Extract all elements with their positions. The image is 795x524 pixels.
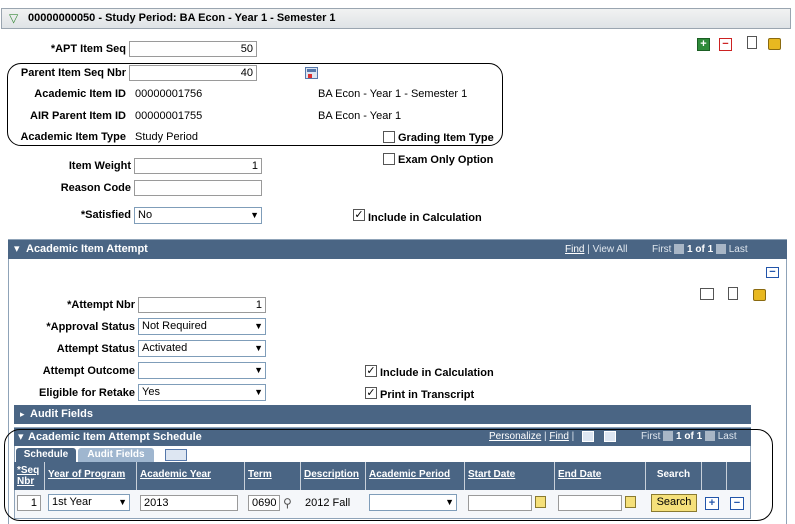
study-period-header[interactable]: ▽ 00000000050 - Study Period: BA Econ - … bbox=[1, 8, 791, 29]
attempt-find-link[interactable]: Find bbox=[565, 244, 584, 255]
collapse-minus-icon[interactable]: − bbox=[766, 267, 779, 278]
academic-item-id-desc: BA Econ - Year 1 - Semester 1 bbox=[318, 88, 468, 100]
apt-item-seq-label: *APT Item Seq bbox=[50, 43, 126, 55]
exam-only-option-label: Exam Only Option bbox=[398, 154, 494, 166]
academic-item-attempt-title: Academic Item Attempt bbox=[26, 243, 148, 255]
air-parent-item-id-label: AIR Parent Item ID bbox=[30, 110, 126, 122]
audit-fields-header[interactable]: ▸ Audit Fields bbox=[14, 405, 751, 424]
calendar-lookup-icon[interactable] bbox=[305, 67, 318, 79]
include-calculation-checkbox[interactable]: ✓ bbox=[353, 209, 365, 221]
add-row-icon[interactable]: + bbox=[697, 38, 710, 51]
chevron-down-icon: ▼ bbox=[250, 210, 259, 220]
approval-status-label: *Approval Status bbox=[46, 321, 135, 333]
exam-only-option-checkbox[interactable] bbox=[383, 153, 395, 165]
print-transcript-label: Print in Transcript bbox=[380, 389, 475, 401]
print-transcript-checkbox[interactable]: ✓ bbox=[365, 387, 377, 399]
attempt-status-label: Attempt Status bbox=[56, 343, 135, 355]
lock-icon[interactable] bbox=[753, 289, 766, 301]
attempt-outcome-select[interactable]: ▼ bbox=[138, 362, 266, 379]
item-weight-input[interactable]: 1 bbox=[134, 158, 262, 174]
grading-item-type-label: Grading Item Type bbox=[398, 132, 494, 144]
delete-row-icon[interactable]: − bbox=[719, 38, 732, 51]
approval-status-value: Not Required bbox=[142, 320, 207, 332]
chevron-down-icon: ▼ bbox=[254, 321, 263, 331]
satisfied-label: *Satisfied bbox=[80, 209, 131, 221]
chevron-down-icon: ▼ bbox=[254, 365, 263, 375]
attempt-nbr-label: *Attempt Nbr bbox=[67, 299, 135, 311]
air-parent-item-id-desc: BA Econ - Year 1 bbox=[318, 110, 402, 122]
attempt-status-value: Activated bbox=[142, 342, 188, 354]
academic-item-type-label: Academic Item Type bbox=[20, 131, 126, 143]
attempt-nbr-input[interactable]: 1 bbox=[138, 297, 266, 313]
attempt-first-label[interactable]: First bbox=[652, 244, 671, 255]
academic-item-attempt-header[interactable]: ▾ Academic Item Attempt Find | View All … bbox=[8, 240, 787, 259]
reason-code-label: Reason Code bbox=[60, 182, 131, 194]
academic-item-id-label: Academic Item ID bbox=[34, 88, 126, 100]
attempt-include-calculation-checkbox[interactable]: ✓ bbox=[365, 365, 377, 377]
lock-icon[interactable] bbox=[768, 38, 781, 50]
study-period-title: 00000000050 - Study Period: BA Econ - Ye… bbox=[28, 12, 336, 24]
attempt-status-select[interactable]: Activated ▼ bbox=[138, 340, 266, 357]
collapse-triangle-icon[interactable]: ▾ bbox=[14, 240, 20, 259]
attempt-view-all-link[interactable]: View All bbox=[593, 244, 628, 255]
eligible-retake-label: Eligible for Retake bbox=[39, 387, 135, 399]
chevron-down-icon: ▼ bbox=[254, 387, 263, 397]
next-arrow-icon[interactable] bbox=[715, 244, 726, 255]
air-parent-item-id-value: 00000001755 bbox=[135, 110, 203, 122]
collapse-triangle-icon[interactable]: ▽ bbox=[9, 11, 18, 25]
grading-item-type-checkbox[interactable] bbox=[383, 131, 395, 143]
notes-icon[interactable] bbox=[747, 36, 757, 49]
prev-arrow-icon[interactable] bbox=[674, 244, 685, 255]
attempt-last-label[interactable]: Last bbox=[729, 244, 748, 255]
satisfied-select-value: No bbox=[138, 209, 153, 221]
apt-item-seq-input[interactable]: 50 bbox=[129, 41, 257, 57]
satisfied-select[interactable]: No ▼ bbox=[134, 207, 262, 224]
list-view-icon[interactable] bbox=[700, 288, 714, 300]
attempt-include-calculation-label: Include in Calculation bbox=[380, 367, 494, 379]
parent-item-seq-label: Parent Item Seq Nbr bbox=[20, 67, 126, 79]
approval-status-select[interactable]: Not Required ▼ bbox=[138, 318, 266, 335]
item-weight-label: Item Weight bbox=[68, 160, 131, 172]
eligible-retake-select[interactable]: Yes ▼ bbox=[138, 384, 266, 401]
notes-icon[interactable] bbox=[728, 287, 738, 300]
academic-item-type-value: Study Period bbox=[135, 131, 198, 143]
parent-item-seq-input[interactable]: 40 bbox=[129, 65, 257, 81]
expand-triangle-icon[interactable]: ▸ bbox=[20, 405, 25, 424]
audit-fields-title: Audit Fields bbox=[30, 408, 93, 420]
attempt-range: 1 of 1 bbox=[687, 244, 714, 255]
eligible-retake-value: Yes bbox=[142, 386, 160, 398]
attempt-outcome-label: Attempt Outcome bbox=[42, 365, 135, 377]
chevron-down-icon: ▼ bbox=[254, 343, 263, 353]
academic-item-id-value: 00000001756 bbox=[135, 88, 203, 100]
schedule-highlight-oval bbox=[4, 429, 773, 521]
reason-code-input[interactable] bbox=[134, 180, 262, 196]
include-calculation-label: Include in Calculation bbox=[368, 212, 482, 224]
